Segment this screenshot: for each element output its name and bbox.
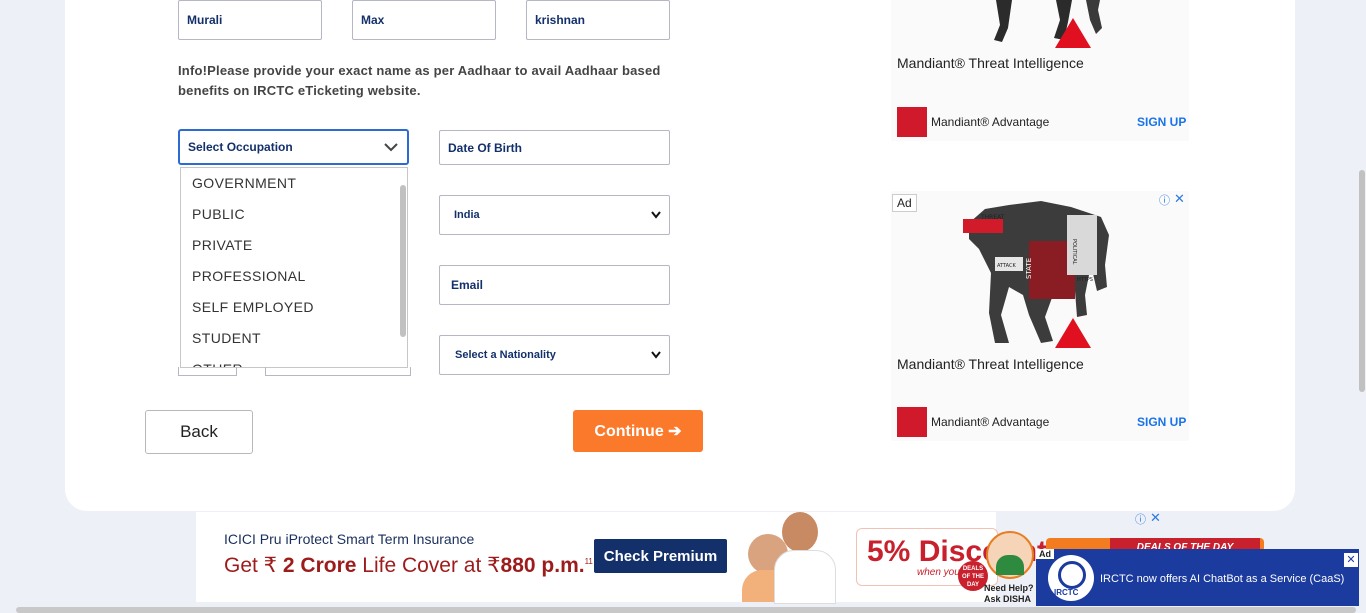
ad-brand: Mandiant® Advantage [931,115,1050,129]
mandiant-logo [897,407,927,437]
dob-placeholder: Date Of Birth [448,140,523,155]
continue-label: Continue ➔ [594,423,682,440]
mandiant-logo [897,107,927,137]
ad-choices-icon[interactable]: ⓘ [1135,511,1146,527]
nationality-select[interactable]: Select a Nationality [439,335,670,375]
help-text: Need Help? Ask DISHA [984,583,1034,605]
side-ad-top[interactable]: Mandiant® Threat Intelligence Mandiant® … [891,0,1189,141]
close-icon[interactable]: ✕ [1174,191,1185,207]
ad-line-2-mid: Life Cover at ₹ [362,554,501,577]
occupation-option[interactable]: PUBLIC [181,199,407,230]
first-name-input[interactable]: Murali [178,0,322,40]
ad-line-1: ICICI Pru iProtect Smart Term Insurance [224,531,475,547]
ad-line-2-amount: 2 Crore [282,554,357,577]
horizontal-scrollbar[interactable] [16,607,1356,613]
wolf-label-political: POLITICAL [1071,239,1077,265]
bottom-banner-ad[interactable]: ICICI Pru iProtect Smart Term Insurance … [196,512,1047,604]
middle-name-input[interactable]: Max [352,0,496,40]
ad-label: Ad [892,194,917,212]
dob-input[interactable]: Date Of Birth [439,130,670,165]
first-name-value: Murali [187,13,223,27]
occupation-selected: Select Occupation [188,140,293,154]
occupation-select[interactable]: Select Occupation [178,129,409,165]
wolf-label-threat: THREAT [980,214,1005,221]
help-line-1: Need Help? [984,583,1034,593]
ad-title: Mandiant® Threat Intelligence [897,356,1084,372]
irctc-logo: IRCTC [1048,555,1094,601]
occupation-option[interactable]: OTHER [181,354,407,367]
country-selected: India [454,209,480,221]
warning-triangle-icon [1055,318,1091,348]
occupation-dropdown: GOVERNMENT PUBLIC PRIVATE PROFESSIONAL S… [180,167,408,368]
hidden-field-right [265,367,411,376]
close-icon[interactable]: ✕ [1150,510,1161,526]
occupation-option[interactable]: PRIVATE [181,230,407,261]
occupation-option[interactable]: PROFESSIONAL [181,261,407,292]
ad-label: Ad [1036,549,1054,559]
irctc-ad-text: IRCTC now offers AI ChatBot as a Service… [1100,573,1345,585]
ad-line-2: Get ₹ 2 Crore Life Cover at ₹880 p.m.11 [224,553,593,578]
disha-help-widget[interactable]: DEALS OF THE DAY Need Help? Ask DISHA [958,527,1034,607]
back-label: Back [180,422,218,441]
occupation-option[interactable]: GOVERNMENT [181,168,407,199]
irctc-logo-text: IRCTC [1054,588,1079,597]
couple-image [742,512,852,604]
occupation-option[interactable]: STUDENT [181,323,407,354]
country-select[interactable]: India [439,195,670,235]
aadhaar-info-text: Info!Please provide your exact name as p… [178,63,661,98]
ad-line-2-prefix: Get ₹ [224,554,278,577]
middle-name-value: Max [361,13,385,27]
ad-line-2-price: 880 p.m. [500,554,585,577]
ad-brand: Mandiant® Advantage [931,415,1050,429]
help-line-2: Ask DISHA [984,594,1032,604]
ad-signup-link[interactable]: SIGN UP [1137,115,1186,129]
ad-signup-link[interactable]: SIGN UP [1137,415,1186,429]
wolf-label-state: STATE [1025,258,1033,279]
hidden-field-left [178,367,237,376]
occupation-option[interactable]: SELF EMPLOYED [181,292,407,323]
close-icon[interactable]: ✕ [1344,553,1358,567]
nationality-selected: Select a Nationality [455,349,556,361]
ad-line-2-sup: 11 [584,557,593,566]
continue-button[interactable]: Continue ➔ [573,410,703,452]
ad-title: Mandiant® Threat Intelligence [897,55,1084,71]
wolf-illustration-icon [994,0,1102,42]
ad-choices-icon[interactable]: ⓘ [1159,192,1170,208]
email-placeholder: Email [451,278,484,292]
wolf-label-attack: ATTACK [997,263,1016,269]
disha-avatar [986,531,1034,579]
page-scrollbar-thumb[interactable] [1359,170,1365,392]
back-button[interactable]: Back [145,410,253,454]
dropdown-scrollbar[interactable] [400,185,406,337]
wolf-label-https: HTTPS [1077,277,1093,283]
email-input[interactable]: Email [439,265,670,305]
chevron-down-icon [384,143,398,152]
last-name-input[interactable]: krishnan [526,0,670,40]
last-name-value: krishnan [535,13,586,27]
warning-triangle-icon [1055,18,1091,48]
side-ad-middle[interactable]: Ad ⓘ ✕ THREAT POLITICAL STATE ATTACK HTT… [891,191,1189,441]
chevron-down-icon [651,211,661,219]
check-premium-button[interactable]: Check Premium [594,539,727,573]
irctc-chatbot-ad[interactable]: Ad IRCTC IRCTC now offers AI ChatBot as … [1036,549,1360,606]
chevron-down-icon [651,351,661,359]
